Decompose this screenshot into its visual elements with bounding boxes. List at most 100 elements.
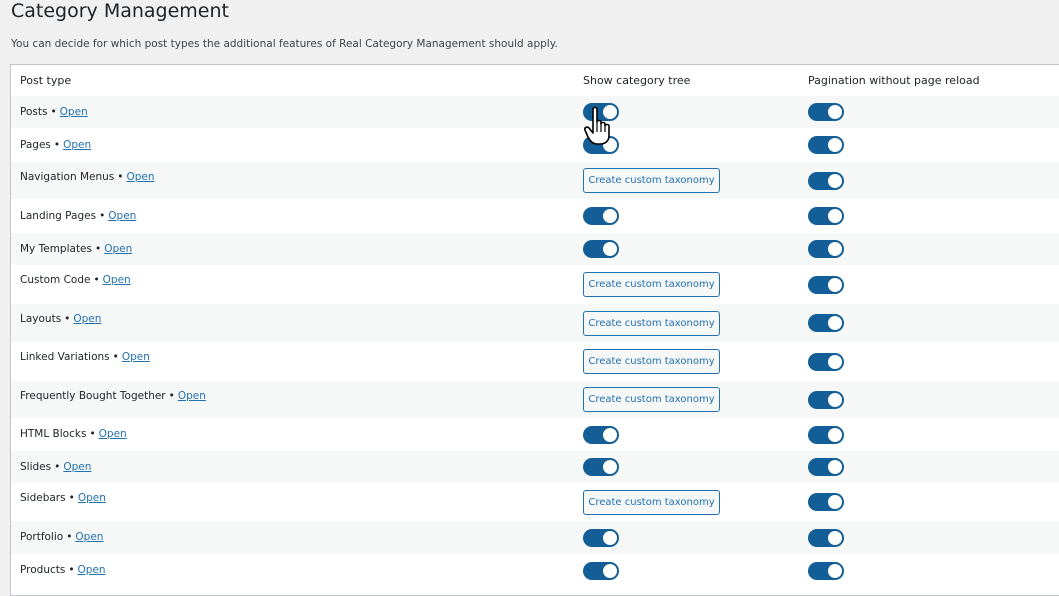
- pagination-toggle[interactable]: [808, 240, 844, 258]
- post-type-landing-pages: Landing Pages • Open: [20, 210, 136, 222]
- pagination-toggle[interactable]: [808, 391, 844, 409]
- category-tree-toggle[interactable]: [583, 562, 619, 580]
- separator: •: [99, 210, 106, 222]
- create-custom-taxonomy-button[interactable]: Create custom taxonomy: [583, 490, 720, 515]
- table-row: Sidebars • Open Create custom taxonomy: [11, 483, 1059, 521]
- toggle-knob: [828, 174, 842, 188]
- toggle-knob: [828, 460, 842, 474]
- table-row: Products • Open: [11, 554, 1059, 587]
- post-type-my-templates: My Templates • Open: [20, 243, 132, 255]
- post-type-html-blocks: HTML Blocks • Open: [20, 428, 127, 440]
- open-link-html-blocks[interactable]: Open: [99, 428, 127, 440]
- open-link-layouts[interactable]: Open: [73, 313, 101, 325]
- post-type-sidebars: Sidebars • Open: [20, 492, 106, 504]
- pagination-toggle[interactable]: [808, 276, 844, 294]
- toggle-knob: [828, 393, 842, 407]
- pagination-toggle[interactable]: [808, 493, 844, 511]
- pagination-toggle[interactable]: [808, 426, 844, 444]
- toggle-knob: [828, 564, 842, 578]
- toggle-knob: [603, 209, 617, 223]
- separator: •: [93, 274, 100, 286]
- hand-pointer-icon: [584, 106, 610, 145]
- post-type-pages: Pages • Open: [20, 139, 91, 151]
- post-type-linked-variations: Linked Variations • Open: [20, 351, 150, 363]
- create-custom-taxonomy-button[interactable]: Create custom taxonomy: [583, 349, 720, 374]
- open-link-navigation-menus[interactable]: Open: [126, 171, 154, 183]
- table-row: Posts • Open: [11, 96, 1059, 128]
- create-custom-taxonomy-button[interactable]: Create custom taxonomy: [583, 311, 720, 336]
- table-row: Frequently Bought Together • Open Create cu…: [11, 381, 1059, 418]
- post-type-frequently-bought-together: Frequently Bought Together • Open: [20, 390, 206, 402]
- separator: •: [117, 171, 124, 183]
- table-row: Custom Code • Open Create custom taxonomy: [11, 265, 1059, 304]
- post-type-navigation-menus: Navigation Menus • Open: [20, 171, 155, 183]
- open-link-custom-code[interactable]: Open: [103, 274, 131, 286]
- post-type-label: Pages: [20, 139, 51, 151]
- post-types-table: Post type Show category tree Pagination …: [10, 64, 1059, 596]
- category-tree-toggle[interactable]: [583, 529, 619, 547]
- separator: •: [89, 428, 96, 440]
- post-type-label: Portfolio: [20, 531, 64, 543]
- separator: •: [168, 390, 175, 402]
- table-row: HTML Blocks • Open: [11, 418, 1059, 451]
- pagination-toggle[interactable]: [808, 529, 844, 547]
- pagination-toggle[interactable]: [808, 353, 844, 371]
- post-type-label: Products: [20, 564, 66, 576]
- open-link-linked-variations[interactable]: Open: [122, 351, 150, 363]
- pagination-toggle[interactable]: [808, 172, 844, 190]
- create-custom-taxonomy-button[interactable]: Create custom taxonomy: [583, 168, 720, 193]
- open-link-landing-pages[interactable]: Open: [108, 210, 136, 222]
- post-type-label: Layouts: [20, 313, 62, 325]
- open-link-posts[interactable]: Open: [60, 106, 88, 118]
- create-custom-taxonomy-button[interactable]: Create custom taxonomy: [583, 387, 720, 412]
- table-row: Portfolio • Open: [11, 521, 1059, 554]
- table-row: My Templates • Open: [11, 233, 1059, 265]
- table-row: Slides • Open: [11, 451, 1059, 483]
- post-type-label: Linked Variations: [20, 351, 110, 363]
- category-tree-toggle[interactable]: [583, 207, 619, 225]
- separator: •: [53, 139, 61, 151]
- category-tree-toggle[interactable]: [583, 458, 619, 476]
- post-type-portfolio: Portfolio • Open: [20, 531, 103, 543]
- table-row: Navigation Menus • Open Create custom taxon…: [11, 162, 1059, 199]
- post-type-layouts: Layouts • Open: [20, 313, 101, 325]
- pagination-toggle[interactable]: [808, 136, 844, 154]
- pagination-toggle[interactable]: [808, 103, 844, 121]
- table-header: Post type Show category tree Pagination …: [11, 65, 1059, 97]
- post-type-label: My Templates: [20, 243, 92, 255]
- toggle-knob: [603, 460, 617, 474]
- pagination-toggle[interactable]: [808, 562, 844, 580]
- create-custom-taxonomy-button[interactable]: Create custom taxonomy: [583, 272, 720, 297]
- post-type-posts: Posts • Open: [20, 106, 88, 118]
- pagination-toggle[interactable]: [808, 314, 844, 332]
- category-tree-toggle[interactable]: [583, 240, 619, 258]
- toggle-knob: [603, 531, 617, 545]
- open-link-my-templates[interactable]: Open: [104, 243, 132, 255]
- post-type-label: Landing Pages: [20, 210, 97, 222]
- separator: •: [112, 351, 119, 363]
- toggle-knob: [603, 242, 617, 256]
- pagination-toggle[interactable]: [808, 207, 844, 225]
- open-link-portfolio[interactable]: Open: [75, 531, 103, 543]
- post-type-label: Navigation Menus: [20, 171, 115, 183]
- post-type-label: HTML Blocks: [20, 428, 87, 440]
- toggle-knob: [828, 209, 842, 223]
- category-tree-toggle[interactable]: [583, 426, 619, 444]
- header-show-category-tree: Show category tree: [583, 74, 691, 87]
- post-type-custom-code: Custom Code • Open: [20, 274, 131, 286]
- open-link-products[interactable]: Open: [78, 564, 106, 576]
- separator: •: [68, 492, 75, 504]
- toggle-knob: [828, 355, 842, 369]
- pagination-toggle[interactable]: [808, 458, 844, 476]
- open-link-sidebars[interactable]: Open: [78, 492, 106, 504]
- separator: •: [66, 531, 73, 543]
- open-link-frequently-bought-together[interactable]: Open: [178, 390, 206, 402]
- header-post-type: Post type: [20, 74, 72, 87]
- toggle-knob: [828, 531, 842, 545]
- open-link-pages[interactable]: Open: [63, 139, 91, 151]
- open-link-slides[interactable]: Open: [63, 461, 91, 473]
- header-pagination: Pagination without page reload: [808, 74, 980, 87]
- separator: •: [68, 564, 75, 576]
- separator: •: [50, 106, 57, 118]
- toggle-knob: [828, 138, 842, 152]
